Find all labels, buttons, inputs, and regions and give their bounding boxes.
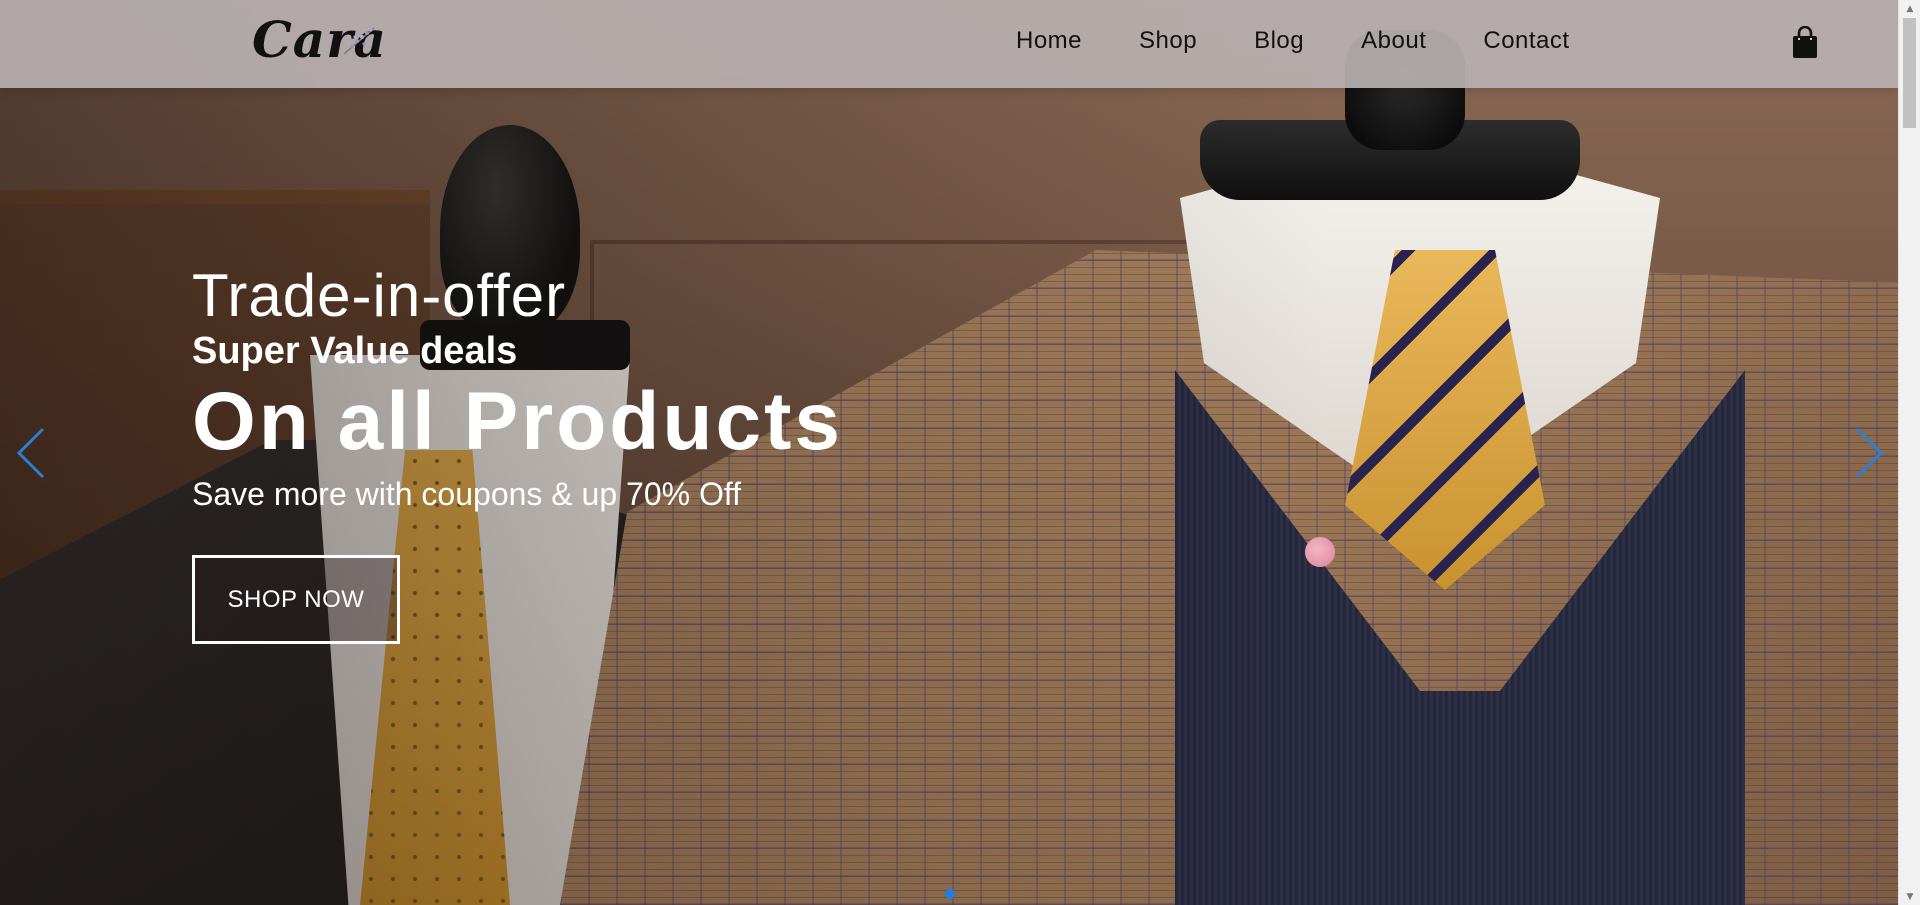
chevron-left-icon[interactable] xyxy=(13,425,47,481)
page-scrollbar[interactable]: ▲ ▼ xyxy=(1898,0,1920,905)
carousel-indicator-dot[interactable] xyxy=(945,889,955,899)
site-header: Cara Home Shop Blog About Contact xyxy=(0,0,1898,88)
lavender-sprig-icon xyxy=(343,27,375,55)
scroll-thumb[interactable] xyxy=(1903,18,1916,128)
nav-blog[interactable]: Blog xyxy=(1254,27,1304,55)
hero-offer-heading: Trade-in-offer xyxy=(192,262,567,329)
shopping-bag-icon[interactable] xyxy=(1790,26,1820,60)
nav-contact[interactable]: Contact xyxy=(1483,27,1569,55)
page: Cara Home Shop Blog About Contact Trade- xyxy=(0,0,1920,905)
hero-deals-heading: Super Value deals xyxy=(192,330,518,372)
hero-products-heading: On all Products xyxy=(192,376,843,467)
scroll-down-arrow-icon[interactable]: ▼ xyxy=(1899,888,1920,905)
nav-about[interactable]: About xyxy=(1361,27,1426,55)
hero-text: Trade-in-offer Super Value deals On all … xyxy=(192,262,843,516)
chevron-right-icon[interactable] xyxy=(1853,425,1887,481)
shop-now-button[interactable]: SHOP NOW xyxy=(192,555,400,644)
nav-shop[interactable]: Shop xyxy=(1139,27,1197,55)
nav-home[interactable]: Home xyxy=(1016,27,1082,55)
main-nav: Home Shop Blog About Contact xyxy=(1016,27,1570,55)
scroll-up-arrow-icon[interactable]: ▲ xyxy=(1899,0,1920,17)
hero-save-text: Save more with coupons & up 70% Off xyxy=(192,476,742,512)
